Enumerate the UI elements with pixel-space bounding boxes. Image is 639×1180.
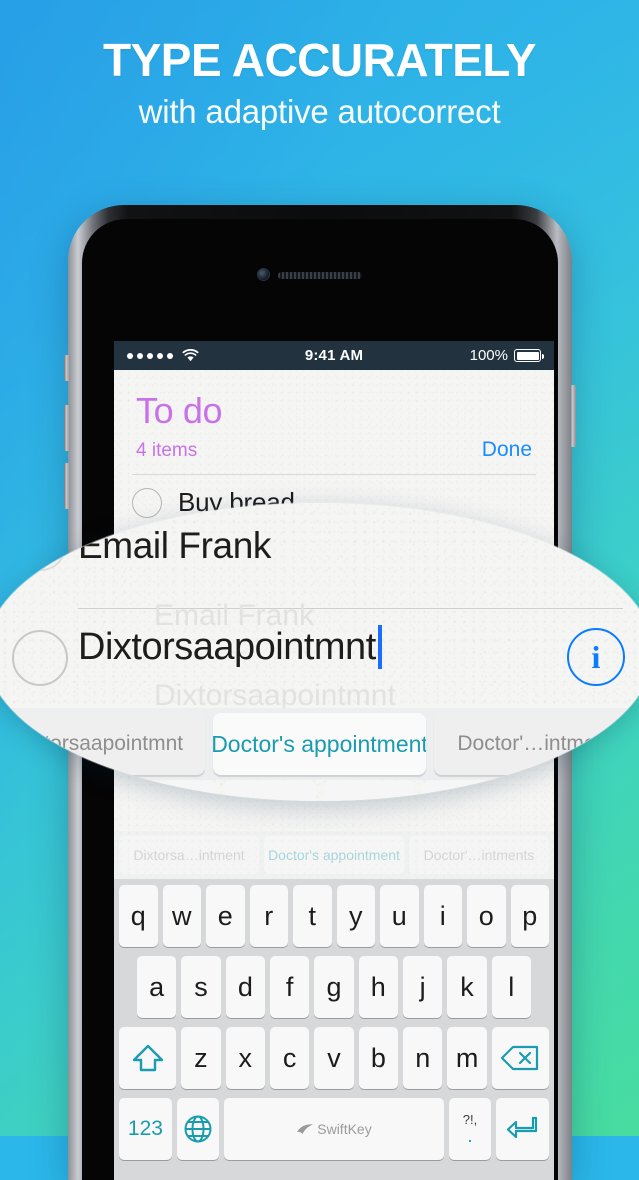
typed-text: Dixtorsaapointmnt xyxy=(78,625,376,668)
todo-checkbox-editing[interactable] xyxy=(12,630,68,686)
key-z[interactable]: z xyxy=(181,1027,221,1089)
key-a[interactable]: a xyxy=(137,956,177,1018)
key-e[interactable]: e xyxy=(206,885,245,947)
earpiece-speaker xyxy=(278,272,362,279)
app-subheader: 4 items Done xyxy=(114,432,554,462)
mute-switch[interactable] xyxy=(64,355,70,381)
item-count-label: 4 items xyxy=(136,440,198,461)
key-q[interactable]: q xyxy=(119,885,158,947)
promo-subheadline: with adaptive autocorrect xyxy=(138,93,501,131)
keyboard-row-3: z x c v b n m xyxy=(117,1027,551,1089)
wifi-icon xyxy=(182,349,199,362)
swiftkey-logo: SwiftKey xyxy=(296,1121,372,1137)
key-d[interactable]: d xyxy=(225,956,265,1018)
volume-up-button[interactable] xyxy=(64,405,70,451)
magnifier-lens: Email Frank Email Frank Dixtorsaapointmn… xyxy=(0,503,639,801)
key-b[interactable]: b xyxy=(358,1027,399,1089)
spacebar[interactable]: SwiftKey xyxy=(224,1098,444,1160)
key-peek[interactable] xyxy=(323,781,415,801)
signal-strength xyxy=(127,349,199,362)
key-l[interactable]: l xyxy=(491,956,531,1018)
key-p[interactable]: p xyxy=(510,885,549,947)
key-peek[interactable] xyxy=(26,781,118,801)
prediction-candidate-active[interactable]: Doctor's appointment xyxy=(213,713,426,775)
key-t[interactable]: t xyxy=(293,885,332,947)
shift-arrow-icon[interactable] xyxy=(119,1027,177,1089)
key-peek[interactable] xyxy=(125,781,217,801)
key-j[interactable]: j xyxy=(402,956,443,1018)
swiftkey-wordmark: SwiftKey xyxy=(317,1121,372,1137)
key-peek[interactable] xyxy=(422,781,514,801)
key-o[interactable]: o xyxy=(467,885,506,947)
key-y[interactable]: y xyxy=(336,885,375,947)
key-r[interactable]: r xyxy=(249,885,288,947)
power-button[interactable] xyxy=(570,385,576,447)
battery-full-icon xyxy=(514,349,544,362)
keyboard-row-1: q w e r t y u i o p xyxy=(117,885,551,947)
key-c[interactable]: c xyxy=(269,1027,310,1089)
key-n[interactable]: n xyxy=(403,1027,443,1089)
prediction-bar: Dixtorsa…intment Doctor's appointment Do… xyxy=(114,831,554,879)
prediction-candidate[interactable]: Doctor'…intments xyxy=(434,713,639,775)
key-peek[interactable] xyxy=(224,781,316,801)
info-icon[interactable]: i xyxy=(567,628,625,686)
key-k[interactable]: k xyxy=(447,956,487,1018)
promo-headline: TYPE ACCURATELY xyxy=(103,34,536,86)
prediction-candidate[interactable]: Dixtorsaapointmnt xyxy=(0,713,205,775)
key-s[interactable]: s xyxy=(181,956,221,1018)
signal-dot xyxy=(137,352,143,359)
key-u[interactable]: u xyxy=(380,885,419,947)
punct-primary-label: . xyxy=(467,1125,473,1147)
signal-dot xyxy=(147,352,153,359)
key-v[interactable]: v xyxy=(314,1027,354,1089)
battery-percent-label: 100% xyxy=(469,347,508,364)
keyboard-row-2: a s d f g h j k l xyxy=(117,956,551,1018)
magnified-keyboard-peek xyxy=(0,781,639,801)
front-camera-icon xyxy=(258,269,269,280)
magnified-todo-label: Email Frank xyxy=(78,525,271,566)
magnifier-content: Email Frank Email Frank Dixtorsaapointmn… xyxy=(0,503,639,801)
key-h[interactable]: h xyxy=(358,956,398,1018)
key-x[interactable]: x xyxy=(225,1027,265,1089)
done-button[interactable]: Done xyxy=(482,438,532,462)
text-cursor xyxy=(377,625,382,669)
punct-secondary-label: ?!, xyxy=(462,1111,478,1127)
text-input-editing[interactable]: Dixtorsaapointmnt xyxy=(78,625,382,669)
globe-icon[interactable] xyxy=(176,1098,220,1160)
swiftkey-mark-icon xyxy=(296,1123,314,1136)
numbers-key[interactable]: 123 xyxy=(119,1098,172,1160)
key-i[interactable]: i xyxy=(423,885,462,947)
key-f[interactable]: f xyxy=(270,956,310,1018)
enter-return-icon[interactable] xyxy=(496,1098,549,1160)
prediction-candidate[interactable]: Doctor'…intments xyxy=(409,836,549,874)
prediction-candidate[interactable]: Dixtorsa…intment xyxy=(119,836,259,874)
signal-dot xyxy=(157,352,163,359)
page-title: To do xyxy=(136,390,223,431)
status-bar: 9:41 AM 100% xyxy=(114,341,554,370)
battery-area: 100% xyxy=(469,347,544,364)
promo-text-block: TYPE ACCURATELY with adaptive autocorrec… xyxy=(0,36,639,131)
magnified-prediction-bar: Dixtorsaapointmnt Doctor's appointment D… xyxy=(0,708,639,780)
key-w[interactable]: w xyxy=(162,885,201,947)
key-m[interactable]: m xyxy=(447,1027,487,1089)
key-peek[interactable] xyxy=(521,781,614,801)
punctuation-key[interactable]: ?!, . xyxy=(448,1098,492,1160)
key-g[interactable]: g xyxy=(314,956,354,1018)
backspace-icon[interactable] xyxy=(491,1027,549,1089)
signal-dot xyxy=(127,352,133,359)
prediction-candidate-active[interactable]: Doctor's appointment xyxy=(264,836,404,874)
swiftkey-keyboard: q w e r t y u i o p a s d f g h j k l z … xyxy=(114,879,554,1180)
signal-dot xyxy=(167,352,173,359)
keyboard-row-4: 123 SwiftKey ?!, . xyxy=(117,1098,551,1160)
